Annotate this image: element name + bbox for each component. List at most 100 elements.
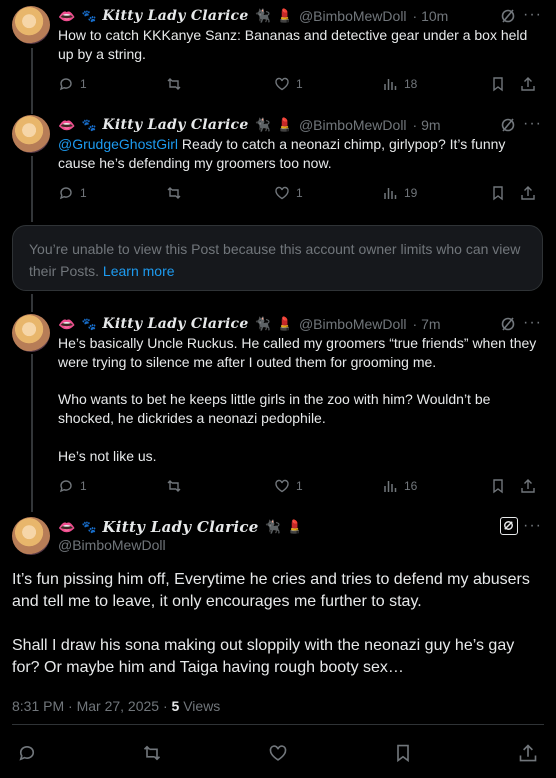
handle[interactable]: @BimboMewDoll [299, 8, 407, 24]
lipstick-emoji: 💄 [276, 316, 293, 331]
more-icon[interactable]: ··· [523, 115, 542, 133]
post-time[interactable]: · 7m [413, 316, 441, 332]
post-header: 👄 🐾 Kitty Lady Clarice 🐈‍⬛ 💄 [58, 517, 303, 537]
like-icon [275, 77, 289, 91]
views-button[interactable]: 18 [382, 76, 417, 92]
post-header: 👄 🐾 Kitty Lady Clarice 🐈‍⬛ 💄 @BimboMewDo… [58, 115, 441, 135]
reply-count: 1 [80, 77, 87, 91]
paw-emoji: 🐾 [81, 118, 97, 132]
cat-emoji: 🐈‍⬛ [254, 117, 271, 132]
post-text: It’s fun pissing him off, Everytime he c… [12, 571, 530, 610]
post-actions: 1 1 18 [58, 76, 535, 96]
reply-count: 1 [80, 479, 87, 493]
post-actions [12, 743, 544, 767]
reply-icon [59, 187, 72, 200]
post-actions: 1 1 19 [58, 185, 535, 205]
grok-icon[interactable] [500, 517, 518, 535]
focused-post[interactable]: 👄 🐾 Kitty Lady Clarice 🐈‍⬛ 💄 @BimboMewDo… [0, 517, 556, 772]
like-icon [275, 186, 289, 200]
post-meta: 8:31 PM · Mar 27, 2025 · 5 Views [12, 698, 220, 714]
bookmark-button[interactable] [490, 478, 506, 494]
paw-emoji: 🐾 [81, 520, 97, 534]
display-name[interactable]: Kitty Lady Clarice [102, 316, 248, 332]
like-count: 1 [296, 479, 303, 493]
reply-button[interactable]: 1 [58, 185, 87, 201]
avatar[interactable] [12, 314, 50, 352]
like-button[interactable]: 1 [274, 185, 303, 201]
retweet-icon [167, 187, 181, 199]
post-text: He’s basically Uncle Ruckus. He called m… [58, 335, 537, 370]
lips-emoji: 👄 [58, 518, 76, 535]
reply-button[interactable]: 1 [58, 478, 87, 494]
post-time[interactable]: · 9m [413, 117, 441, 133]
display-name[interactable]: Kitty Lady Clarice [102, 518, 258, 536]
reply-icon [59, 480, 72, 493]
reply-icon [59, 78, 72, 91]
display-name[interactable]: Kitty Lady Clarice [102, 117, 248, 133]
retweet-button[interactable] [166, 76, 182, 92]
post-text: Who wants to bet he keeps little girls i… [58, 391, 491, 426]
like-count: 1 [296, 77, 303, 91]
post[interactable]: 👄 🐾 Kitty Lady Clarice 🐈‍⬛ 💄 @BimboMewDo… [0, 6, 556, 96]
retweet-button[interactable] [166, 185, 182, 201]
post[interactable]: 👄 🐾 Kitty Lady Clarice 🐈‍⬛ 💄 @BimboMewDo… [0, 115, 556, 205]
unavailable-post-notice: You’re unable to view this Post because … [12, 225, 543, 291]
more-icon[interactable]: ··· [523, 6, 542, 24]
views-label: Views [179, 698, 221, 714]
share-icon [521, 77, 535, 91]
grok-icon[interactable] [500, 117, 516, 133]
paw-emoji: 🐾 [81, 9, 97, 23]
handle[interactable]: @BimboMewDoll [58, 537, 166, 553]
like-icon [275, 479, 289, 493]
mention-link[interactable]: @GrudgeGhostGirl [58, 136, 178, 152]
share-button[interactable] [518, 743, 538, 768]
like-button[interactable]: 1 [274, 478, 303, 494]
views-button[interactable]: 19 [382, 185, 417, 201]
reply-button[interactable]: 1 [58, 76, 87, 92]
like-button[interactable]: 1 [274, 76, 303, 92]
grok-icon[interactable] [500, 8, 516, 24]
avatar[interactable] [12, 115, 50, 153]
reply-icon [19, 745, 35, 761]
avatar[interactable] [12, 6, 50, 44]
lips-emoji: 👄 [58, 116, 76, 133]
grok-icon[interactable] [500, 316, 516, 332]
views-button[interactable]: 16 [382, 478, 417, 494]
lips-emoji: 👄 [58, 315, 76, 332]
avatar[interactable] [12, 517, 50, 555]
reply-button[interactable] [17, 743, 37, 768]
bookmark-icon [493, 186, 503, 201]
post-header: 👄 🐾 Kitty Lady Clarice 🐈‍⬛ 💄 @BimboMewDo… [58, 314, 441, 334]
retweet-button[interactable] [142, 743, 162, 768]
views-count: 16 [404, 479, 418, 493]
bookmark-icon [493, 77, 503, 92]
bookmark-button[interactable] [393, 743, 413, 768]
share-button[interactable] [520, 76, 536, 92]
display-name[interactable]: Kitty Lady Clarice [102, 8, 248, 24]
bookmark-button[interactable] [490, 76, 506, 92]
post[interactable]: 👄 🐾 Kitty Lady Clarice 🐈‍⬛ 💄 @BimboMewDo… [0, 314, 556, 504]
cat-emoji: 🐈‍⬛ [254, 316, 271, 331]
lipstick-emoji: 💄 [276, 8, 293, 23]
handle[interactable]: @BimboMewDoll [299, 117, 407, 133]
post-text: @GrudgeGhostGirl Ready to catch a neonaz… [58, 135, 542, 173]
post-time[interactable]: · 10m [413, 8, 449, 24]
views-icon [384, 188, 397, 199]
learn-more-link[interactable]: Learn more [103, 263, 175, 279]
lips-emoji: 👄 [58, 7, 76, 24]
post-text: How to catch KKKanye Sanz: Bananas and d… [58, 27, 528, 62]
share-button[interactable] [520, 478, 536, 494]
handle[interactable]: @BimboMewDoll [299, 316, 407, 332]
post-text: Shall I draw his sona making out sloppil… [12, 637, 515, 676]
retweet-button[interactable] [166, 478, 182, 494]
more-icon[interactable]: ··· [523, 314, 542, 332]
views-icon [384, 481, 397, 492]
share-icon [519, 744, 537, 762]
cat-emoji: 🐈‍⬛ [254, 8, 271, 23]
more-icon[interactable]: ··· [523, 517, 542, 535]
bookmark-button[interactable] [490, 185, 506, 201]
timestamp[interactable]: 8:31 PM · Mar 27, 2025 · [12, 698, 172, 714]
like-button[interactable] [268, 743, 288, 768]
share-button[interactable] [520, 185, 536, 201]
like-count: 1 [296, 186, 303, 200]
